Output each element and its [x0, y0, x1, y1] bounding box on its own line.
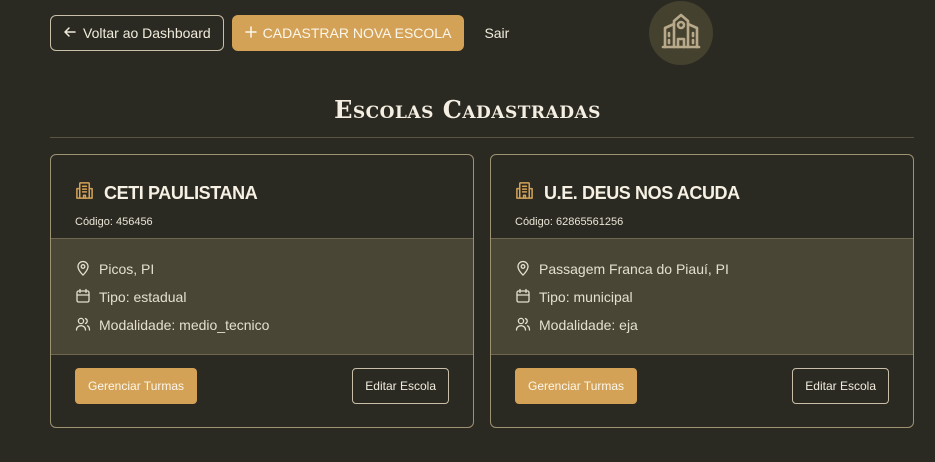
new-school-button[interactable]: CADASTRAR NOVA ESCOLA — [231, 15, 465, 51]
school-type: Tipo: municipal — [539, 289, 633, 305]
calendar-icon — [515, 288, 531, 307]
manage-classes-button[interactable]: Gerenciar Turmas — [75, 368, 198, 404]
school-card: U.E. DEUS NOS ACUDA Código: 62865561256 … — [490, 154, 914, 428]
top-bar: Voltar ao Dashboard CADASTRAR NOVA ESCOL… — [50, 15, 509, 51]
school-icon — [661, 11, 701, 56]
school-code: Código: 456456 — [75, 216, 153, 228]
map-pin-icon — [75, 260, 91, 279]
card-header: CETI PAULISTANA Código: 456456 — [51, 155, 473, 238]
school-name: CETI PAULISTANA — [104, 182, 258, 203]
card-actions: Gerenciar Turmas Editar Escola — [51, 355, 473, 427]
logout-link[interactable]: Sair — [484, 25, 509, 41]
new-school-label: CADASTRAR NOVA ESCOLA — [262, 25, 452, 41]
building-icon — [515, 181, 534, 205]
title-divider — [50, 137, 914, 138]
plus-icon — [244, 25, 257, 41]
school-modality: Modalidade: eja — [539, 317, 638, 333]
back-to-dashboard-button[interactable]: Voltar ao Dashboard — [50, 15, 224, 51]
school-name: U.E. DEUS NOS ACUDA — [544, 182, 740, 203]
school-modality: Modalidade: medio_tecnico — [99, 317, 270, 333]
arrow-left-icon — [63, 25, 77, 42]
back-button-label: Voltar ao Dashboard — [83, 25, 211, 41]
users-icon — [515, 316, 531, 335]
card-actions: Gerenciar Turmas Editar Escola — [491, 355, 913, 427]
building-icon — [75, 181, 94, 205]
school-logo — [649, 1, 713, 65]
school-type: Tipo: estadual — [99, 289, 187, 305]
school-location: Passagem Franca do Piauí, PI — [539, 261, 729, 277]
school-code: Código: 62865561256 — [515, 216, 624, 228]
card-details: Picos, PI Tipo: estadual Modalidade: med… — [51, 238, 473, 355]
school-card: CETI PAULISTANA Código: 456456 Picos, PI… — [50, 154, 474, 428]
card-details: Passagem Franca do Piauí, PI Tipo: munic… — [491, 238, 913, 355]
card-header: U.E. DEUS NOS ACUDA Código: 62865561256 — [491, 155, 913, 238]
edit-school-button[interactable]: Editar Escola — [792, 368, 889, 404]
school-location: Picos, PI — [99, 261, 155, 277]
map-pin-icon — [515, 260, 531, 279]
edit-school-button[interactable]: Editar Escola — [352, 368, 449, 404]
calendar-icon — [75, 288, 91, 307]
users-icon — [75, 316, 91, 335]
page-title: Escolas Cadastradas — [334, 95, 601, 124]
manage-classes-button[interactable]: Gerenciar Turmas — [515, 368, 638, 404]
